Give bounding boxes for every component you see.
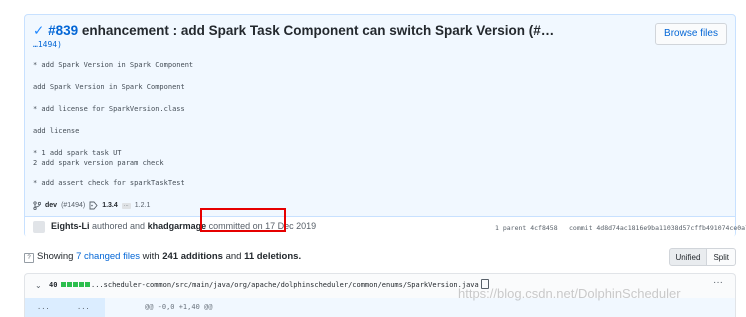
branch-tag-row: dev (#1494) 1.3.4 … 1.2.1 xyxy=(33,201,150,210)
deletions-count: 11 deletions. xyxy=(244,251,302,262)
diffstat-bars xyxy=(61,282,90,287)
more-tags-button[interactable]: … xyxy=(121,202,131,209)
authored-text: authored and xyxy=(92,221,146,231)
message-line: 2 add spark version param check xyxy=(33,159,164,167)
file-line-count: 40 xyxy=(49,281,58,289)
pr-ref-link[interactable]: …1494) xyxy=(33,40,62,49)
split-button[interactable]: Split xyxy=(707,248,736,266)
tag-link[interactable]: 1.3.4 xyxy=(102,202,118,209)
additions-count: 241 additions xyxy=(162,251,223,262)
diff-view-toggle: Unified Split xyxy=(668,248,736,266)
summary-and: and xyxy=(225,251,242,262)
message-line: add Spark Version in Spark Component xyxy=(33,83,185,91)
hunk-header: @@ -0,0 +1,40 @@ xyxy=(145,303,213,311)
branch-ref: (#1494) xyxy=(61,202,86,209)
diffstat-block xyxy=(61,282,66,287)
more-options-icon[interactable]: ··· xyxy=(713,277,723,288)
check-icon: ✓ xyxy=(33,23,45,38)
committer-link[interactable]: khadgarmage xyxy=(148,221,207,231)
watermark: https://blog.csdn.net/DolphinScheduler xyxy=(458,286,681,301)
unified-button[interactable]: Unified xyxy=(668,248,708,266)
tag-link-secondary[interactable]: 1.2.1 xyxy=(135,202,151,209)
file-tree-icon[interactable]: ? xyxy=(24,253,34,263)
expand-down-icon[interactable]: ... xyxy=(77,303,90,311)
collapse-icon[interactable]: ⌄ xyxy=(35,281,42,290)
parent-link[interactable]: 1 parent 4cf8458 xyxy=(495,224,558,232)
summary-prefix: Showing xyxy=(37,251,74,262)
author-link[interactable]: Eights-Li xyxy=(51,221,90,231)
changed-files-link[interactable]: 7 changed files xyxy=(76,251,140,262)
message-line: * add Spark Version in Spark Component xyxy=(33,61,194,69)
diffstat-block xyxy=(79,282,84,287)
commit-number-link[interactable]: #839 xyxy=(48,23,78,38)
avatar[interactable] xyxy=(33,221,45,233)
diffstat-block xyxy=(67,282,72,287)
message-line: * add assert check for sparkTaskTest xyxy=(33,179,185,187)
author-bar: Eights-Li authored and khadgarmage commi… xyxy=(25,216,746,238)
tag-icon xyxy=(89,201,98,210)
message-line: add license xyxy=(33,127,80,135)
expand-up-icon[interactable]: ... xyxy=(37,303,50,311)
file-path-link[interactable]: ...scheduler-common/src/main/java/org/ap… xyxy=(91,281,479,289)
branch-name-link[interactable]: dev xyxy=(45,202,57,209)
branch-icon xyxy=(33,201,41,210)
commit-card: ✓ #839 enhancement : add Spark Task Comp… xyxy=(24,14,746,238)
commit-title-text: enhancement : add Spark Task Component c… xyxy=(81,23,555,38)
diffstat-block xyxy=(73,282,78,287)
highlight-box xyxy=(200,208,286,232)
message-line: * add license for SparkVersion.class xyxy=(33,105,185,113)
summary-with: with xyxy=(142,251,160,262)
commit-sha: commit 4d8d74ac1816e9ba11038d57cffb49107… xyxy=(569,224,746,232)
browse-files-button[interactable]: Browse files xyxy=(655,23,727,45)
commit-title: ✓ #839 enhancement : add Spark Task Comp… xyxy=(33,23,554,39)
diffstat-block xyxy=(85,282,90,287)
diff-summary: ? Showing 7 changed files with 241 additi… xyxy=(24,251,301,263)
message-line: * 1 add spark task UT xyxy=(33,149,122,157)
